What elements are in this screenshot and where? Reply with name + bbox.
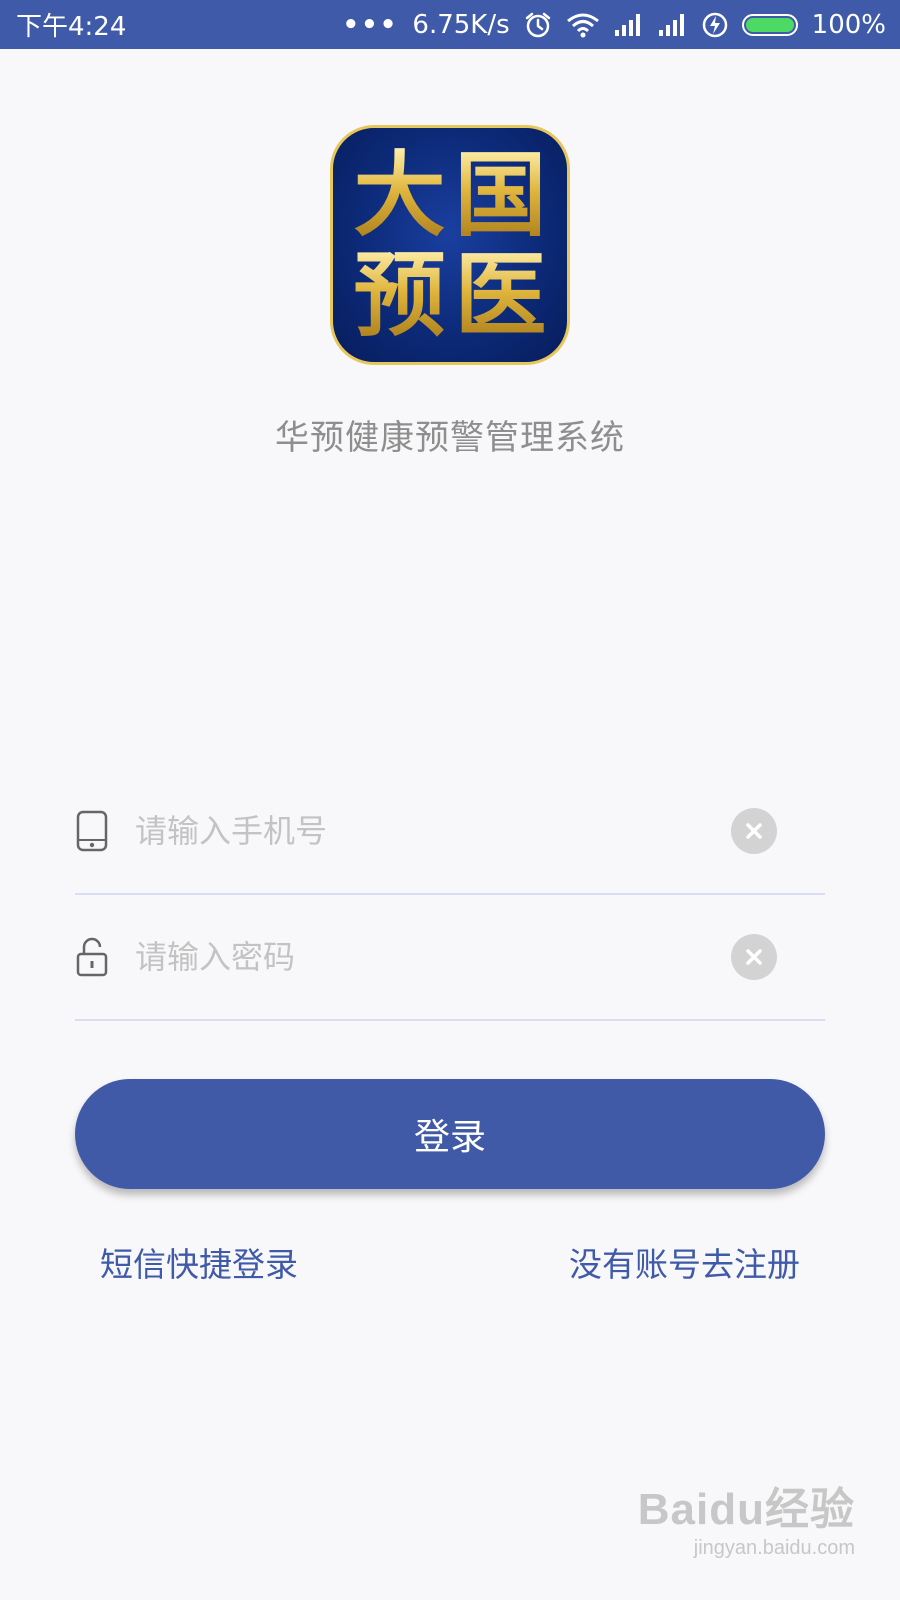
logo-char: 大 xyxy=(349,146,450,246)
logo-char: 医 xyxy=(450,246,551,346)
password-field xyxy=(75,895,825,1021)
charging-icon xyxy=(702,12,728,38)
app-logo: 大 国 预 医 xyxy=(330,125,570,365)
watermark: Baidu经验 jingyan.baidu.com xyxy=(638,1473,855,1560)
phone-input[interactable] xyxy=(133,800,731,862)
watermark-brand: Baidu经验 xyxy=(637,1485,855,1534)
battery-icon xyxy=(741,13,798,36)
clear-icon[interactable] xyxy=(731,934,777,980)
app-title: 华预健康预警管理系统 xyxy=(275,418,625,458)
notification-dots: ••• xyxy=(342,9,399,40)
wifi-icon xyxy=(566,12,600,38)
logo-char: 预 xyxy=(349,246,450,346)
clear-icon[interactable] xyxy=(731,808,777,854)
register-link[interactable]: 没有账号去注册 xyxy=(569,1238,800,1286)
alarm-icon xyxy=(524,11,552,39)
signal-icon xyxy=(614,13,644,37)
sms-login-link[interactable]: 短信快捷登录 xyxy=(100,1238,298,1286)
logo-char: 国 xyxy=(450,146,551,246)
unlock-icon xyxy=(75,935,109,979)
watermark-url: jingyan.baidu.com xyxy=(693,1537,855,1559)
phone-field xyxy=(75,769,825,895)
phone-icon xyxy=(75,809,109,853)
signal-icon-2 xyxy=(658,13,688,37)
network-speed: 6.75K/s xyxy=(412,9,510,40)
login-button[interactable]: 登录 xyxy=(75,1079,825,1189)
password-input[interactable] xyxy=(133,926,731,988)
status-time: 下午4:24 xyxy=(16,12,127,42)
status-bar: 下午4:24 ••• 6.75K/s 100% xyxy=(0,0,900,49)
battery-percent: 100% xyxy=(811,9,886,40)
status-icons: ••• 6.75K/s 100% xyxy=(343,10,886,40)
